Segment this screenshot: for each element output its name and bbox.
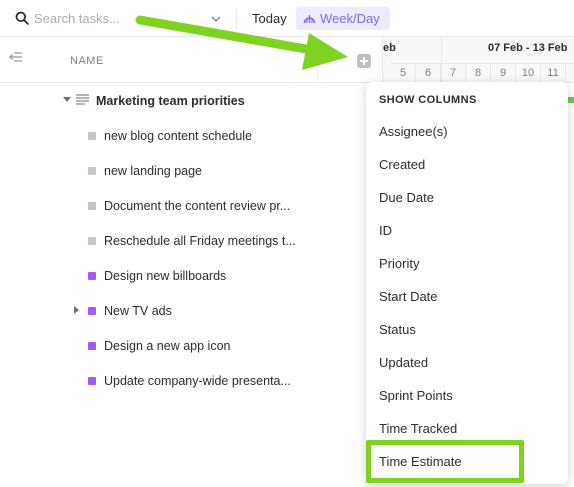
day-cell: 11 <box>541 64 566 84</box>
menu-item-created[interactable]: Created <box>366 148 568 181</box>
today-button[interactable]: Today <box>246 7 293 30</box>
task-row[interactable]: Reschedule all Friday meetings t... <box>0 224 382 259</box>
task-row[interactable]: Design a new app icon <box>0 329 382 364</box>
search-icon <box>15 11 29 25</box>
day-cell: 8 <box>466 64 491 84</box>
show-columns-title: SHOW COLUMNS <box>379 94 477 106</box>
task-row[interactable]: new landing page <box>0 154 382 189</box>
menu-item-status[interactable]: Status <box>366 313 568 346</box>
group-label: Marketing team priorities <box>96 94 245 108</box>
status-square[interactable] <box>88 167 96 175</box>
caret-right-icon[interactable] <box>74 306 79 314</box>
task-label: Document the content review pr... <box>104 199 291 213</box>
task-label: new blog content schedule <box>104 129 253 143</box>
days-row: 5 6 7 8 9 10 11 <box>391 63 574 84</box>
search-box[interactable] <box>0 0 232 37</box>
menu-item-sprint-points[interactable]: Sprint Points <box>366 379 568 412</box>
week-day-view-label: Week/Day <box>320 11 380 26</box>
gantt-header: eb 07 Feb - 13 Feb 5 6 7 8 9 10 11 <box>382 37 574 84</box>
status-square[interactable] <box>88 272 96 280</box>
search-input[interactable] <box>34 8 204 28</box>
task-label: Update company-wide presenta... <box>104 374 291 388</box>
previous-week-label: eb <box>383 42 396 54</box>
day-cell: 6 <box>416 64 441 84</box>
task-label: Reschedule all Friday meetings t... <box>104 234 296 248</box>
column-divider <box>317 37 318 83</box>
group-timeline-bar[interactable] <box>567 97 574 103</box>
toolbar-divider <box>236 8 237 30</box>
status-square[interactable] <box>88 342 96 350</box>
menu-item-updated[interactable]: Updated <box>366 346 568 379</box>
menu-item-start-date[interactable]: Start Date <box>366 280 568 313</box>
list-header: NAME <box>0 37 382 83</box>
name-column-header[interactable]: NAME <box>70 55 104 67</box>
day-cell: 5 <box>391 64 416 84</box>
week-day-view-button[interactable]: Week/Day <box>296 7 390 30</box>
toolbar: Today Week/Day <box>0 0 574 37</box>
status-square[interactable] <box>88 132 96 140</box>
menu-item-assignees[interactable]: Assignee(s) <box>366 115 568 148</box>
menu-item-priority[interactable]: Priority <box>366 247 568 280</box>
status-square[interactable] <box>88 377 96 385</box>
add-column-button[interactable] <box>357 54 371 68</box>
task-label: Design a new app icon <box>104 339 231 353</box>
status-square[interactable] <box>88 237 96 245</box>
menu-item-id[interactable]: ID <box>366 214 568 247</box>
week-range-label: 07 Feb - 13 Feb <box>488 42 568 54</box>
list-icon <box>76 94 89 105</box>
day-cell: 10 <box>516 64 541 84</box>
task-row[interactable]: Update company-wide presenta... <box>0 364 382 399</box>
show-columns-menu: SHOW COLUMNS Assignee(s) Created Due Dat… <box>366 82 568 484</box>
caret-down-icon[interactable] <box>63 97 71 102</box>
status-square[interactable] <box>88 202 96 210</box>
day-cell: 7 <box>441 64 466 84</box>
chevron-down-icon[interactable] <box>210 13 222 25</box>
collapse-sidebar-icon[interactable] <box>9 51 23 63</box>
task-label: Design new billboards <box>104 269 227 283</box>
task-row[interactable]: New TV ads <box>0 294 382 329</box>
day-cell: 9 <box>491 64 516 84</box>
task-row[interactable]: new blog content schedule <box>0 119 382 154</box>
menu-item-due-date[interactable]: Due Date <box>366 181 568 214</box>
task-label: New TV ads <box>104 304 172 318</box>
annotation-highlight-box <box>366 440 524 483</box>
task-label: new landing page <box>104 164 202 178</box>
task-row[interactable]: Design new billboards <box>0 259 382 294</box>
timeline-icon <box>303 15 316 24</box>
group-row[interactable]: Marketing team priorities <box>0 84 382 119</box>
task-row[interactable]: Document the content review pr... <box>0 189 382 224</box>
status-square[interactable] <box>88 307 96 315</box>
